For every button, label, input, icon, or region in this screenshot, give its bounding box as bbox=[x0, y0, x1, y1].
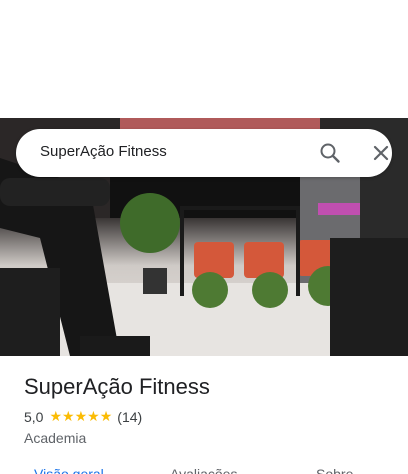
top-blank-area bbox=[0, 0, 408, 118]
place-category[interactable]: Academia bbox=[24, 430, 394, 446]
star-icon: ★ bbox=[87, 409, 100, 425]
tab-overview[interactable]: Visão geral bbox=[34, 466, 104, 474]
star-icon: ★ bbox=[62, 409, 75, 425]
star-icon: ★ bbox=[49, 409, 63, 425]
close-icon[interactable] bbox=[369, 141, 393, 165]
star-icon: ★ bbox=[74, 409, 88, 425]
place-tabs: Visão geral Avaliações Sobre bbox=[24, 466, 408, 474]
tab-reviews[interactable]: Avaliações bbox=[170, 466, 237, 474]
place-info: SuperAção Fitness 5,0 ★ ★ ★ ★ ★ (14) Aca… bbox=[24, 372, 394, 446]
review-count[interactable]: (14) bbox=[117, 409, 142, 425]
search-bar[interactable]: SuperAção Fitness bbox=[16, 129, 392, 177]
rating-row[interactable]: 5,0 ★ ★ ★ ★ ★ (14) bbox=[24, 408, 394, 426]
place-name: SuperAção Fitness bbox=[24, 374, 210, 399]
rating-value: 5,0 bbox=[24, 409, 44, 425]
search-icon[interactable] bbox=[318, 141, 342, 165]
tab-about[interactable]: Sobre bbox=[316, 466, 353, 474]
rating-stars: ★ ★ ★ ★ ★ bbox=[49, 410, 112, 424]
search-input[interactable]: SuperAção Fitness bbox=[40, 143, 167, 160]
star-icon: ★ bbox=[99, 409, 113, 425]
